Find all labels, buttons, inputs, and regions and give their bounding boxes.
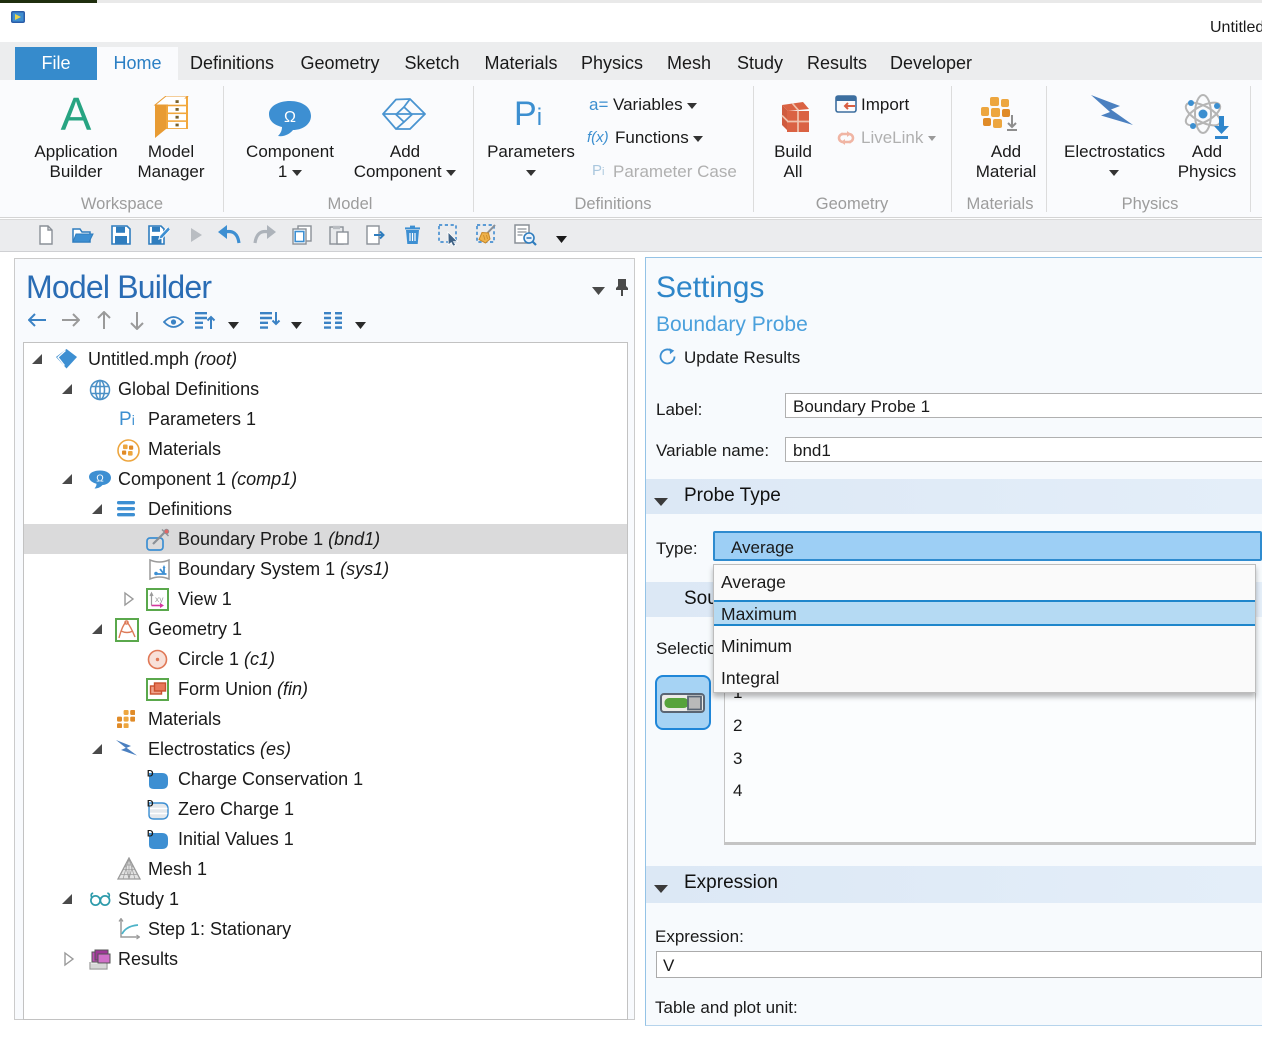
svg-text:D: D <box>147 799 154 809</box>
svg-text:Ω: Ω <box>284 109 296 126</box>
svg-text:D: D <box>147 829 154 839</box>
svg-text:D: D <box>147 769 154 779</box>
svg-text:xy: xy <box>155 594 164 604</box>
svg-text:Ω: Ω <box>96 474 104 485</box>
